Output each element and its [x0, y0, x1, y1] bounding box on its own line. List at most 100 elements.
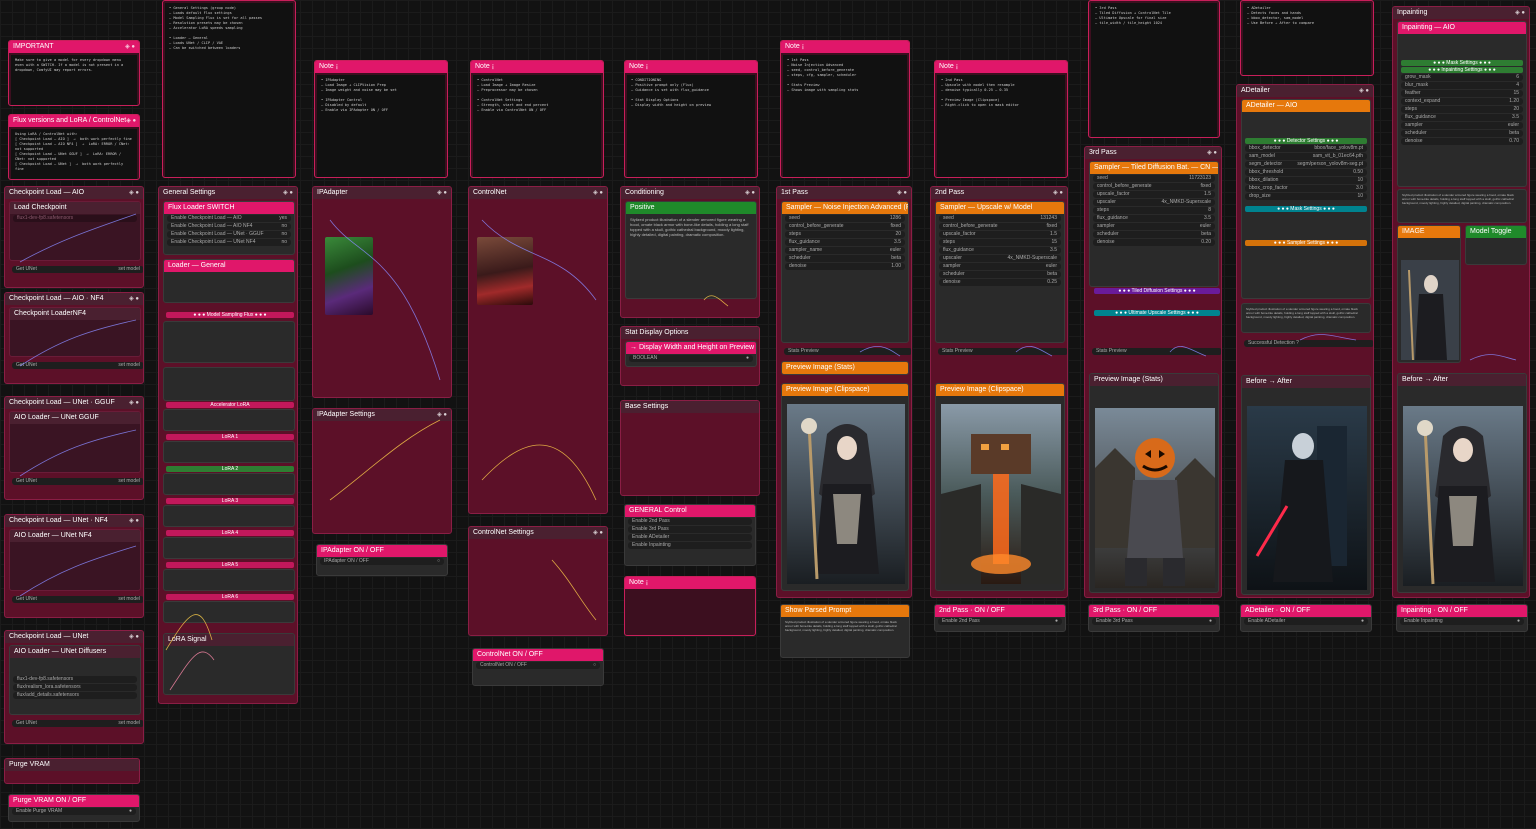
model-sampling-node[interactable] — [163, 321, 295, 363]
enable-inpainting-row[interactable]: Enable Inpainting — [628, 542, 752, 549]
preview-clip-node[interactable]: Preview Image (Clipspace) — [935, 383, 1065, 591]
sampler_3rd-widget[interactable]: scheduler beta — [1093, 231, 1215, 238]
inpainting-widget[interactable]: grow_mask 6 — [1401, 74, 1523, 81]
group-menu-icon[interactable]: ◈ ● — [129, 397, 139, 409]
group-general-settings[interactable]: General Settings ◈ ● Flux Loader SWITCH E… — [158, 186, 298, 704]
group-conditioning[interactable]: Conditioning ◈ ● Positive Stylized produc… — [620, 186, 760, 318]
pass2-onoff-node[interactable]: 2nd Pass · ON / OFF Enable 2nd Pass ● — [934, 604, 1066, 632]
get-unet-widget[interactable]: Get UNet set model — [12, 720, 143, 727]
switch-unet-gguf[interactable]: Enable Checkpoint Load — UNet · GGUF no — [167, 231, 291, 238]
adetailer-prompt-node[interactable]: Stylized product illustration of a slend… — [1241, 303, 1371, 333]
inpainting-widget[interactable]: blur_mask 4 — [1401, 82, 1523, 89]
vae-name-widget[interactable]: flux/add_details.safetensors — [13, 692, 137, 699]
pass3-notes[interactable]: • 3rd Pass — Tiled Diffusion + ControlNe… — [1088, 0, 1220, 138]
sampler_3rd-widget[interactable]: upscaler 4x_NMKD-Superscale — [1093, 199, 1215, 206]
sampler_3rd-widget[interactable]: sampler euler — [1093, 223, 1215, 230]
adetailer-onoff-node[interactable]: ADetailer · ON / OFF Enable ADetailer ● — [1240, 604, 1372, 632]
group-menu-icon[interactable]: ◈ ● — [437, 187, 447, 199]
group-inpainting[interactable]: Inpainting ◈ ● Inpainting — AIO ● ● ● Mas… — [1392, 6, 1530, 598]
adetailer-widget[interactable]: bbox_detector bbox/face_yolov8m.pt — [1245, 145, 1367, 152]
load-checkpoint-node[interactable]: Load Checkpoint flux1-dev-fp8.safetensor… — [9, 201, 141, 261]
positive-prompt-text[interactable]: Stylized product illustration of a slend… — [626, 214, 756, 240]
lora-5-node[interactable] — [163, 569, 295, 591]
inpainting-widget[interactable]: context_expand 1.20 — [1401, 98, 1523, 105]
sampler_3rd-widget[interactable]: denoise 0.20 — [1093, 239, 1215, 246]
general-notes[interactable]: • General Settings (group node) — Loads … — [162, 0, 296, 178]
sampler_1st-widget[interactable]: seed 1286 — [785, 215, 905, 222]
group-menu-icon[interactable]: ◈ ● — [593, 527, 603, 539]
ipadapter-onoff-node[interactable]: IPAdapter ON / OFF IPAdapter ON / OFF ○ — [316, 544, 448, 576]
stats-preview-widget[interactable]: Stats Preview — [1092, 348, 1221, 355]
adetailer-widget[interactable]: drop_size 10 — [1245, 193, 1367, 200]
pass1-notes[interactable]: Note ¡ • 1st Pass — Noise Injection Adva… — [780, 40, 910, 178]
before-after-node[interactable]: Before → After — [1241, 375, 1371, 595]
accelerator-lora-node[interactable] — [163, 409, 295, 431]
purge-vram-onoff-node[interactable]: Purge VRAM ON / OFF Enable Purge VRAM ● — [8, 794, 140, 822]
group-adetailer[interactable]: ADetailer ◈ ● ADetailer — AIO ● ● ● Detec… — [1236, 84, 1374, 598]
clip-name-widget[interactable]: flux/realism_lora.safetensors — [13, 684, 137, 691]
group-ckpt-aio[interactable]: Checkpoint Load — AIO ◈ ● Load Checkpoint… — [4, 186, 144, 288]
sampler_3rd-widget[interactable]: seed 11723123 — [1093, 175, 1215, 182]
sampler_2nd-widget[interactable]: upscale_factor 1.5 — [939, 231, 1061, 238]
stats-preview-widget[interactable]: Stats Preview — [784, 348, 911, 355]
ipadapter-notes[interactable]: Note ¡ • IPAdapter — Load Image + CLIPVi… — [314, 60, 448, 178]
sampler_2nd-widget[interactable]: control_before_generate fixed — [939, 223, 1061, 230]
adetailer-widget[interactable]: bbox_threshold 0.50 — [1245, 169, 1367, 176]
group-1st-pass[interactable]: 1st Pass ◈ ● Sampler — Noise Injection Ad… — [776, 186, 912, 598]
lora-3-node[interactable] — [163, 505, 295, 527]
group-menu-icon[interactable]: ◈ ● — [897, 187, 907, 199]
mask-node[interactable]: Model Toggle — [1465, 225, 1527, 265]
sampler_2nd-widget[interactable]: denoise 0.25 — [939, 279, 1061, 286]
get-unet-widget[interactable]: Get UNet set model — [12, 362, 143, 369]
lora-6-node[interactable] — [163, 601, 295, 623]
switch-unet-nf4[interactable]: Enable Checkpoint Load — UNet NF4 no — [167, 239, 291, 246]
group-controlnet[interactable]: ControlNet ◈ ● — [468, 186, 608, 514]
node-menu-icon[interactable]: ◈ ● — [125, 41, 135, 53]
switch-aio-nf4[interactable]: Enable Checkpoint Load — AIO NF4 no — [167, 223, 291, 230]
sampler_3rd-widget[interactable]: control_before_generate fixed — [1093, 183, 1215, 190]
group-menu-icon[interactable]: ◈ ● — [129, 515, 139, 527]
lora-1-node[interactable] — [163, 441, 295, 463]
checkpoint-loader-nf4-node[interactable]: Checkpoint LoaderNF4 — [9, 307, 141, 357]
group-2nd-pass[interactable]: 2nd Pass ◈ ● Sampler — Upscale w/ Model s… — [930, 186, 1068, 598]
sampler_2nd-widget[interactable]: scheduler beta — [939, 271, 1061, 278]
lora-2-node[interactable] — [163, 473, 295, 495]
inpainting-widget[interactable]: denoise 0.70 — [1401, 138, 1523, 145]
group-ipadapter-settings[interactable]: IPAdapter Settings ◈ ● — [312, 408, 452, 534]
sampler-2nd-node[interactable]: Sampler — Upscale w/ Model seed 131243 con… — [935, 201, 1065, 343]
group-ipadapter[interactable]: IPAdapter ◈ ● — [312, 186, 452, 398]
sampler_2nd-widget[interactable]: sampler euler — [939, 263, 1061, 270]
conditioning-notes[interactable]: Note ¡ • CONDITIONING — Positive prompt … — [624, 60, 758, 178]
group-menu-icon[interactable]: ◈ ● — [129, 631, 139, 643]
switch-aio[interactable]: Enable Checkpoint Load — AIO yes — [167, 215, 291, 222]
inpainting-widget[interactable]: flux_guidance 3.5 — [1401, 114, 1523, 121]
inpainting-onoff-node[interactable]: Inpainting · ON / OFF Enable Inpainting ● — [1396, 604, 1528, 632]
ipadapter-toggle[interactable]: IPAdapter ON / OFF ○ — [320, 558, 444, 565]
group-menu-icon[interactable]: ◈ ● — [129, 293, 139, 305]
aio-loader-unet-gguf-node[interactable]: AIO Loader — UNet GGUF — [9, 411, 141, 473]
sampler_1st-widget[interactable]: steps 20 — [785, 231, 905, 238]
group-menu-icon[interactable]: ◈ ● — [745, 187, 755, 199]
get-unet-widget[interactable]: Get UNet set model — [12, 478, 143, 485]
group-menu-icon[interactable]: ◈ ● — [437, 409, 447, 421]
enable-adetailer-row[interactable]: Enable ADetailer — [628, 534, 752, 541]
adetailer-widget[interactable]: segm_detector segm/person_yolov8m-seg.pt — [1245, 161, 1367, 168]
inpainting-widget[interactable]: steps 20 — [1401, 106, 1523, 113]
inpainting-widget[interactable]: sampler euler — [1401, 122, 1523, 129]
before-after-inpaint-node[interactable]: Before → After — [1397, 373, 1527, 593]
group-ckpt-unet-nf4[interactable]: Checkpoint Load — UNet · NF4 ◈ ● AIO Load… — [4, 514, 144, 618]
group-purge-vram[interactable]: Purge VRAM — [4, 758, 140, 784]
sampler_1st-widget[interactable]: control_before_generate fixed — [785, 223, 905, 230]
inpainting-widget[interactable]: scheduler beta — [1401, 130, 1523, 137]
adetailer-widget[interactable]: sam_model sam_vit_b_01ec64.pth — [1245, 153, 1367, 160]
preview-stats-node[interactable]: Preview Image (Stats) — [1089, 373, 1219, 593]
loader-general-node[interactable]: Loader — General — [163, 259, 295, 303]
unet-name-widget[interactable]: flux1-dev-fp8.safetensors — [13, 676, 137, 683]
inpainting-prompt-node[interactable]: Stylized product illustration of a slend… — [1397, 189, 1527, 223]
group-menu-icon[interactable]: ◈ ● — [1207, 147, 1217, 159]
flux-versions-note[interactable]: Flux versions and LoRA / ControlNet ◈ ● U… — [8, 114, 140, 180]
lora-4-node[interactable] — [163, 537, 295, 559]
adetailer-notes[interactable]: • ADetailer — Detects faces and hands — … — [1240, 0, 1374, 76]
group-controlnet-settings[interactable]: ControlNet Settings ◈ ● — [468, 526, 608, 636]
show-parsed-prompt-node[interactable]: Show Parsed Prompt Stylized product illu… — [780, 604, 910, 658]
